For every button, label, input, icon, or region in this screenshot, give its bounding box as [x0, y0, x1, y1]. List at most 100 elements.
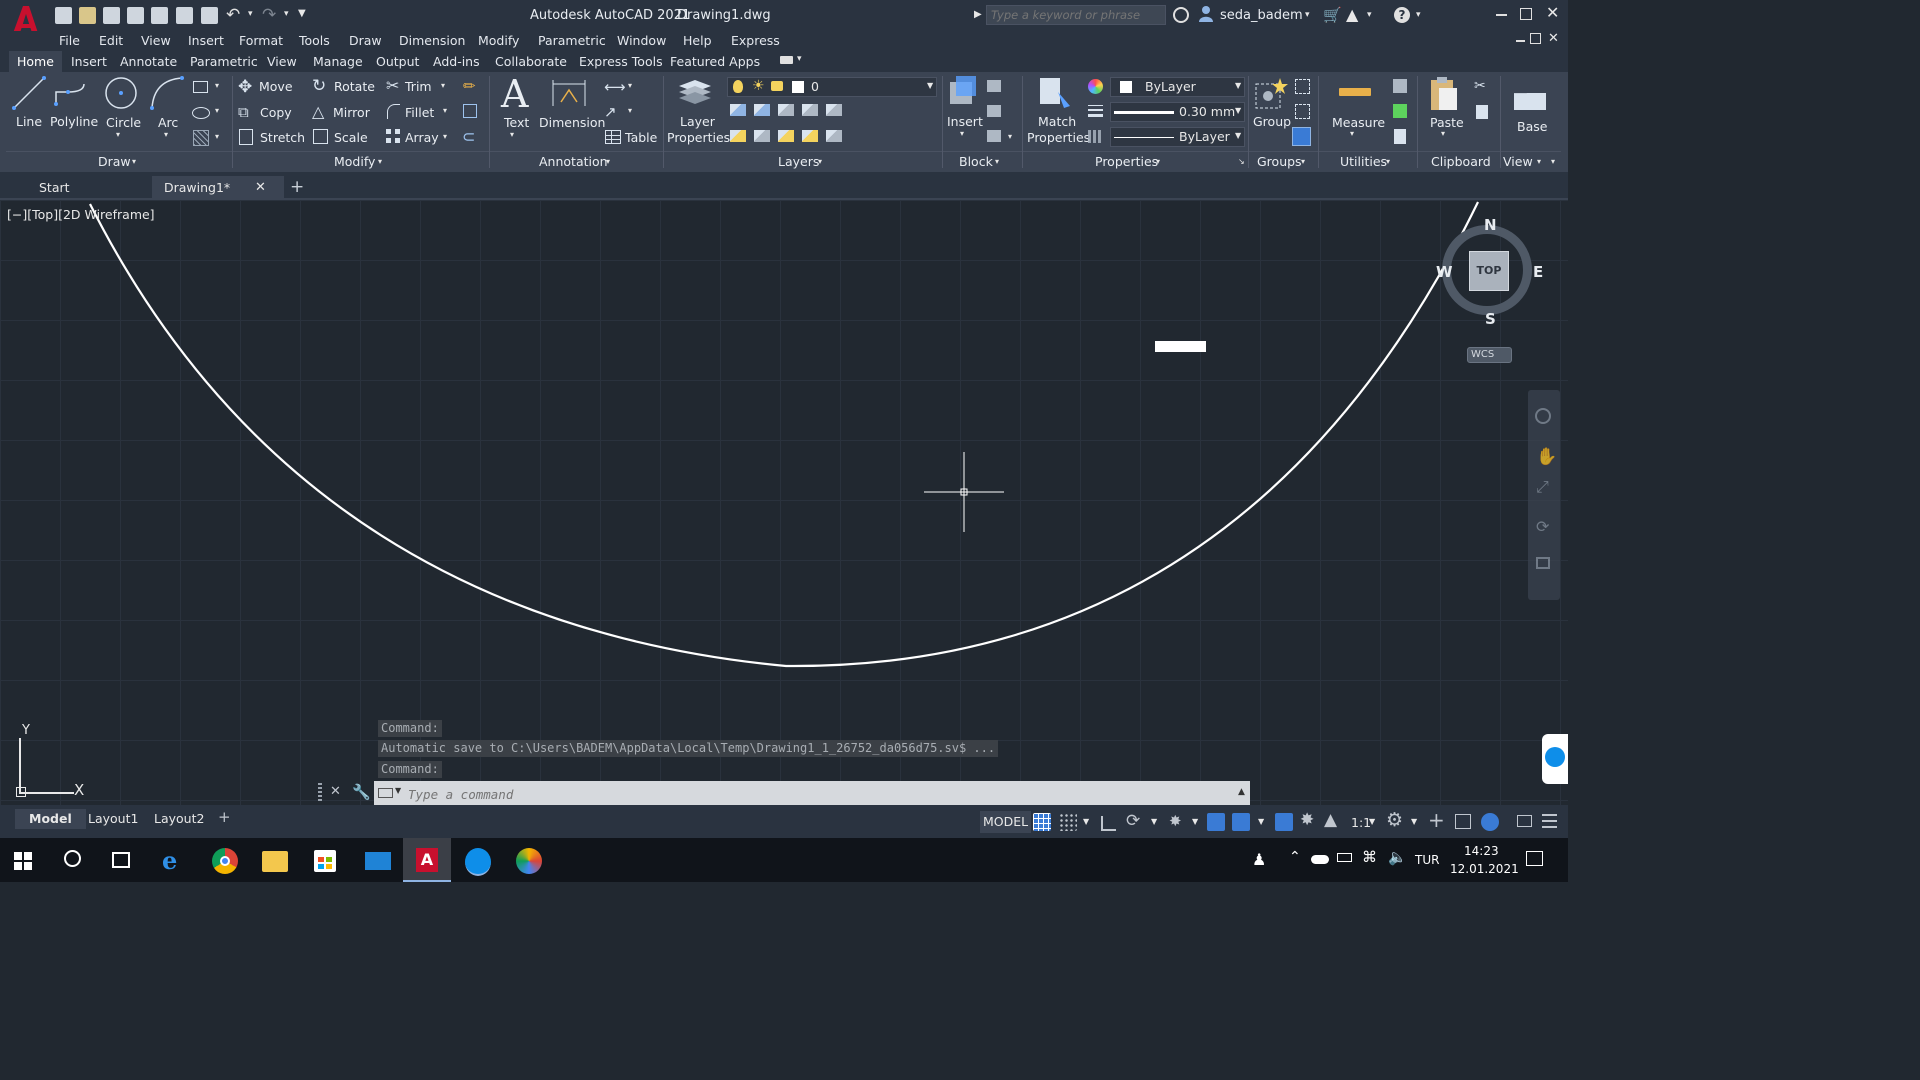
viewcube[interactable]: TOP N S E W	[1436, 216, 1543, 328]
layer-thaw-icon[interactable]	[778, 130, 794, 142]
layer-color-swatch[interactable]	[792, 81, 804, 93]
layer-dropdown-arrow-icon[interactable]: ▼	[927, 81, 933, 90]
snap-mode-icon[interactable]	[1059, 813, 1077, 831]
measure-button[interactable]: Measure	[1332, 115, 1385, 130]
rectangle-icon[interactable]	[193, 81, 208, 93]
compass-south[interactable]: S	[1485, 310, 1496, 328]
base-button[interactable]: Base	[1517, 119, 1547, 134]
edit-attributes-icon[interactable]	[987, 130, 1001, 142]
measure-icon[interactable]	[1339, 88, 1371, 96]
layer-freeze-icon[interactable]: ☀	[752, 78, 765, 94]
isometric-drafting-icon[interactable]: ✸	[1169, 812, 1182, 830]
open-web-icon[interactable]	[151, 7, 168, 24]
group-icon[interactable]	[1254, 76, 1288, 113]
annotation-panel-dropdown-icon[interactable]: ▾	[606, 157, 610, 166]
layers-panel-dropdown-icon[interactable]: ▾	[818, 157, 822, 166]
menu-modify[interactable]: Modify	[478, 33, 519, 48]
command-recent-dropdown-icon[interactable]: ▼	[395, 786, 401, 795]
properties-dialog-launcher-icon[interactable]: ↘	[1238, 157, 1245, 166]
clock-date[interactable]: 12.01.2021	[1450, 862, 1519, 876]
linear-dimension-dropdown-icon[interactable]: ▾	[628, 81, 632, 90]
autocad-taskbar-active[interactable]: A	[403, 838, 451, 882]
command-line-grip-icon[interactable]	[318, 783, 322, 801]
command-line-customize-icon[interactable]: 🔧	[352, 783, 371, 801]
show-hidden-icons-icon[interactable]: ⌃	[1289, 849, 1301, 865]
menu-format[interactable]: Format	[239, 33, 283, 48]
app-dropdown-icon[interactable]: ▾	[1367, 10, 1372, 20]
layer-properties-label-1[interactable]: Layer	[680, 114, 715, 129]
menu-help[interactable]: Help	[683, 33, 712, 48]
workspace-dropdown-icon[interactable]: ▼	[1411, 817, 1417, 826]
array-icon[interactable]	[386, 129, 400, 143]
annotation-scale-dropdown-icon[interactable]: ▼	[1369, 817, 1375, 826]
doc-close-icon[interactable]: ✕	[1548, 31, 1559, 46]
mail-icon[interactable]	[365, 852, 391, 870]
battery-icon[interactable]	[1337, 853, 1352, 862]
color-dropdown[interactable]: ByLayer ▼	[1110, 77, 1245, 97]
move-icon[interactable]: ✥	[238, 77, 252, 97]
user-name[interactable]: seda_badem	[1220, 8, 1303, 23]
people-icon[interactable]: ♟	[1252, 850, 1266, 869]
drawing-geometry[interactable]	[0, 200, 1568, 805]
properties-panel-dropdown-icon[interactable]: ▾	[1156, 157, 1160, 166]
circle-icon[interactable]	[104, 76, 138, 113]
object-snap-tracking-icon[interactable]	[1207, 813, 1225, 831]
plot-icon[interactable]	[201, 7, 218, 24]
fillet-icon[interactable]	[387, 104, 400, 119]
text-icon[interactable]: A	[501, 72, 528, 116]
windows-start-icon[interactable]	[14, 852, 32, 870]
task-view-icon[interactable]	[112, 852, 130, 868]
copy-icon[interactable]: ⧉	[238, 103, 249, 121]
layer-on-icon[interactable]	[733, 80, 743, 93]
menu-parametric[interactable]: Parametric	[538, 33, 606, 48]
insert-block-icon[interactable]	[946, 74, 980, 115]
steering-wheel-icon[interactable]	[1535, 408, 1551, 424]
color-value[interactable]: ByLayer	[1145, 79, 1196, 94]
menu-file[interactable]: File	[59, 33, 80, 48]
dimension-icon[interactable]	[551, 76, 587, 113]
onedrive-icon[interactable]	[1311, 855, 1329, 864]
command-prompt-icon[interactable]	[378, 788, 393, 798]
clean-screen-icon[interactable]	[1517, 815, 1532, 827]
save-as-icon[interactable]	[127, 7, 144, 24]
drawing-tab-close-icon[interactable]: ✕	[255, 176, 266, 200]
annotation-monitor-icon[interactable]: +	[1428, 808, 1445, 832]
showmotion-icon[interactable]	[1536, 557, 1550, 569]
line-icon[interactable]	[12, 76, 46, 113]
color-dropdown-arrow-icon[interactable]: ▼	[1235, 81, 1241, 90]
wcs-menu-button[interactable]: WCS	[1467, 347, 1512, 363]
arc-dropdown-icon[interactable]: ▾	[164, 130, 168, 139]
rotate-button[interactable]: Rotate	[334, 79, 375, 94]
viewport-controls-label[interactable]: [−][Top][2D Wireframe]	[7, 207, 155, 222]
command-line-close-icon[interactable]: ✕	[330, 784, 341, 799]
teamviewer-taskbar-icon[interactable]	[465, 848, 491, 876]
menu-edit[interactable]: Edit	[99, 33, 123, 48]
linetype-dropdown-arrow-icon[interactable]: ▼	[1235, 131, 1241, 140]
tab-featured-apps[interactable]: Featured Apps	[670, 54, 760, 69]
insert-button[interactable]: Insert	[947, 114, 983, 129]
save-icon[interactable]	[103, 7, 120, 24]
lineweight-dropdown-arrow-icon[interactable]: ▼	[1235, 106, 1241, 115]
select-all-icon[interactable]	[1393, 104, 1407, 118]
compass-north[interactable]: N	[1484, 216, 1497, 234]
layer-unisolate-icon[interactable]	[754, 104, 770, 116]
layer-properties-icon[interactable]	[677, 76, 713, 109]
tab-express-tools[interactable]: Express Tools	[579, 54, 663, 69]
chrome-icon[interactable]	[212, 848, 238, 874]
object-snap-dropdown-icon[interactable]: ▼	[1258, 817, 1264, 826]
modify-panel-dropdown-icon[interactable]: ▾	[378, 157, 382, 166]
menu-dimension[interactable]: Dimension	[399, 33, 465, 48]
ellipse-icon[interactable]	[192, 107, 210, 119]
layer-freeze-tool-icon[interactable]	[754, 130, 770, 142]
user-icon[interactable]	[1199, 6, 1213, 22]
stretch-button[interactable]: Stretch	[260, 130, 305, 145]
ellipse-dropdown-icon[interactable]: ▾	[215, 106, 219, 115]
groups-panel-dropdown-icon[interactable]: ▾	[1301, 157, 1305, 166]
groups-panel-title[interactable]: Groups	[1257, 154, 1302, 169]
search-expand-icon[interactable]: ▶	[974, 9, 982, 20]
arc-icon[interactable]	[150, 76, 184, 113]
group-button[interactable]: Group	[1253, 114, 1291, 129]
text-dropdown-icon[interactable]: ▾	[510, 130, 514, 139]
zoom-extents-icon[interactable]: ⤢	[1536, 477, 1549, 497]
lineweight-dropdown[interactable]: 0.30 mm ▼	[1110, 102, 1245, 122]
